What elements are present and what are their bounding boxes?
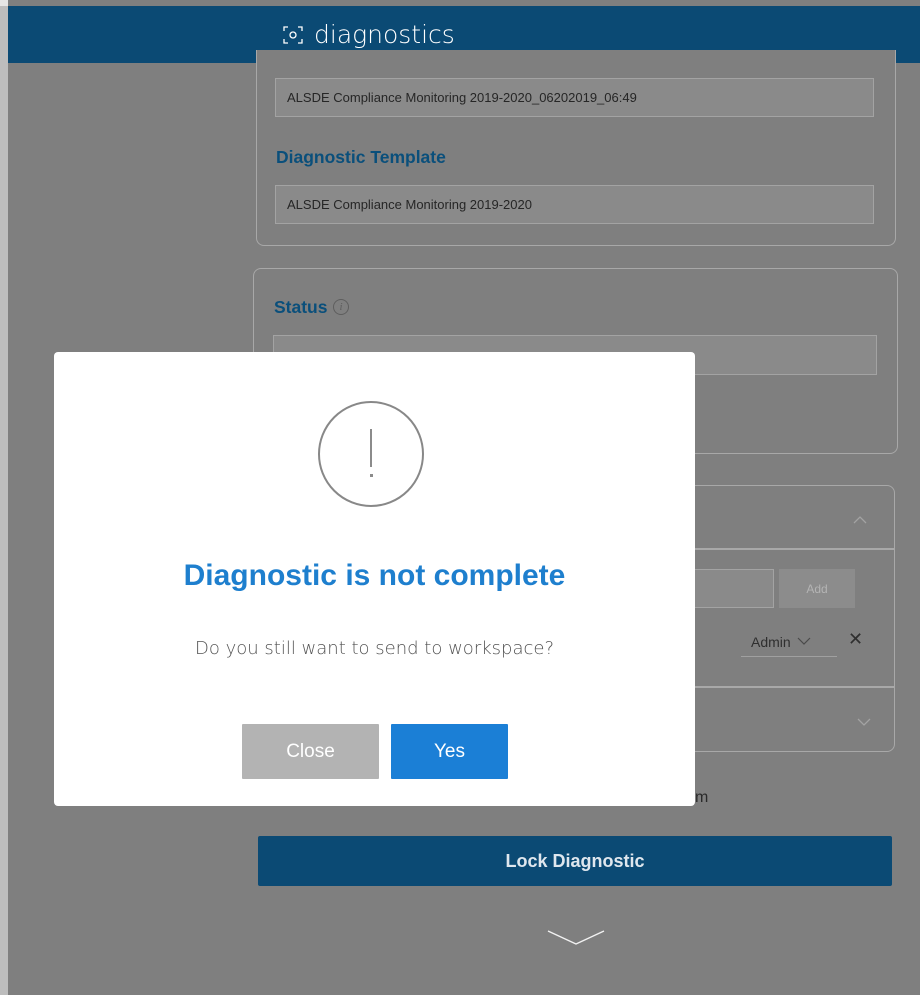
yes-button[interactable]: Yes: [391, 724, 508, 779]
chevron-up-icon[interactable]: [853, 512, 867, 524]
diagnostic-template-value: ALSDE Compliance Monitoring 2019-2020: [287, 197, 532, 212]
share-user-input[interactable]: [694, 569, 774, 608]
lock-diagnostic-button[interactable]: Lock Diagnostic: [258, 836, 892, 886]
role-select[interactable]: Admin: [741, 627, 837, 657]
page-title-wrap: diagnostics: [282, 20, 455, 49]
dialog-message: Do you still want to send to workspace?: [195, 638, 554, 659]
diagnostic-name-field[interactable]: ALSDE Compliance Monitoring 2019-2020_06…: [275, 78, 874, 117]
camera-focus-icon: [283, 25, 303, 44]
role-value: Admin: [751, 633, 791, 650]
exclamation-dot: [369, 474, 373, 477]
remove-user-icon[interactable]: ✕: [848, 629, 863, 650]
scroll-down-chevron-icon[interactable]: [546, 928, 606, 948]
info-icon[interactable]: i: [333, 299, 349, 315]
window-frame-top: [0, 0, 8, 6]
page-title: diagnostics: [314, 20, 455, 49]
status-label: Status: [274, 297, 328, 317]
dialog-title: Diagnostic is not complete: [183, 559, 566, 592]
add-button[interactable]: Add: [779, 569, 855, 608]
footer-partial-text: m: [695, 789, 709, 806]
diagnostic-template-label: Diagnostic Template: [276, 147, 446, 167]
diagnostic-name-value: ALSDE Compliance Monitoring 2019-2020_06…: [287, 90, 637, 105]
exclamation-bar: [370, 429, 372, 467]
diagnostic-template-field[interactable]: ALSDE Compliance Monitoring 2019-2020: [275, 185, 874, 224]
window-frame: [0, 0, 8, 995]
close-button[interactable]: Close: [242, 724, 379, 779]
chevron-down-icon: [797, 637, 811, 645]
chevron-down-icon[interactable]: [857, 714, 871, 726]
exclamation-circle-icon: [318, 401, 424, 507]
confirm-dialog: Diagnostic is not complete Do you still …: [54, 352, 695, 806]
